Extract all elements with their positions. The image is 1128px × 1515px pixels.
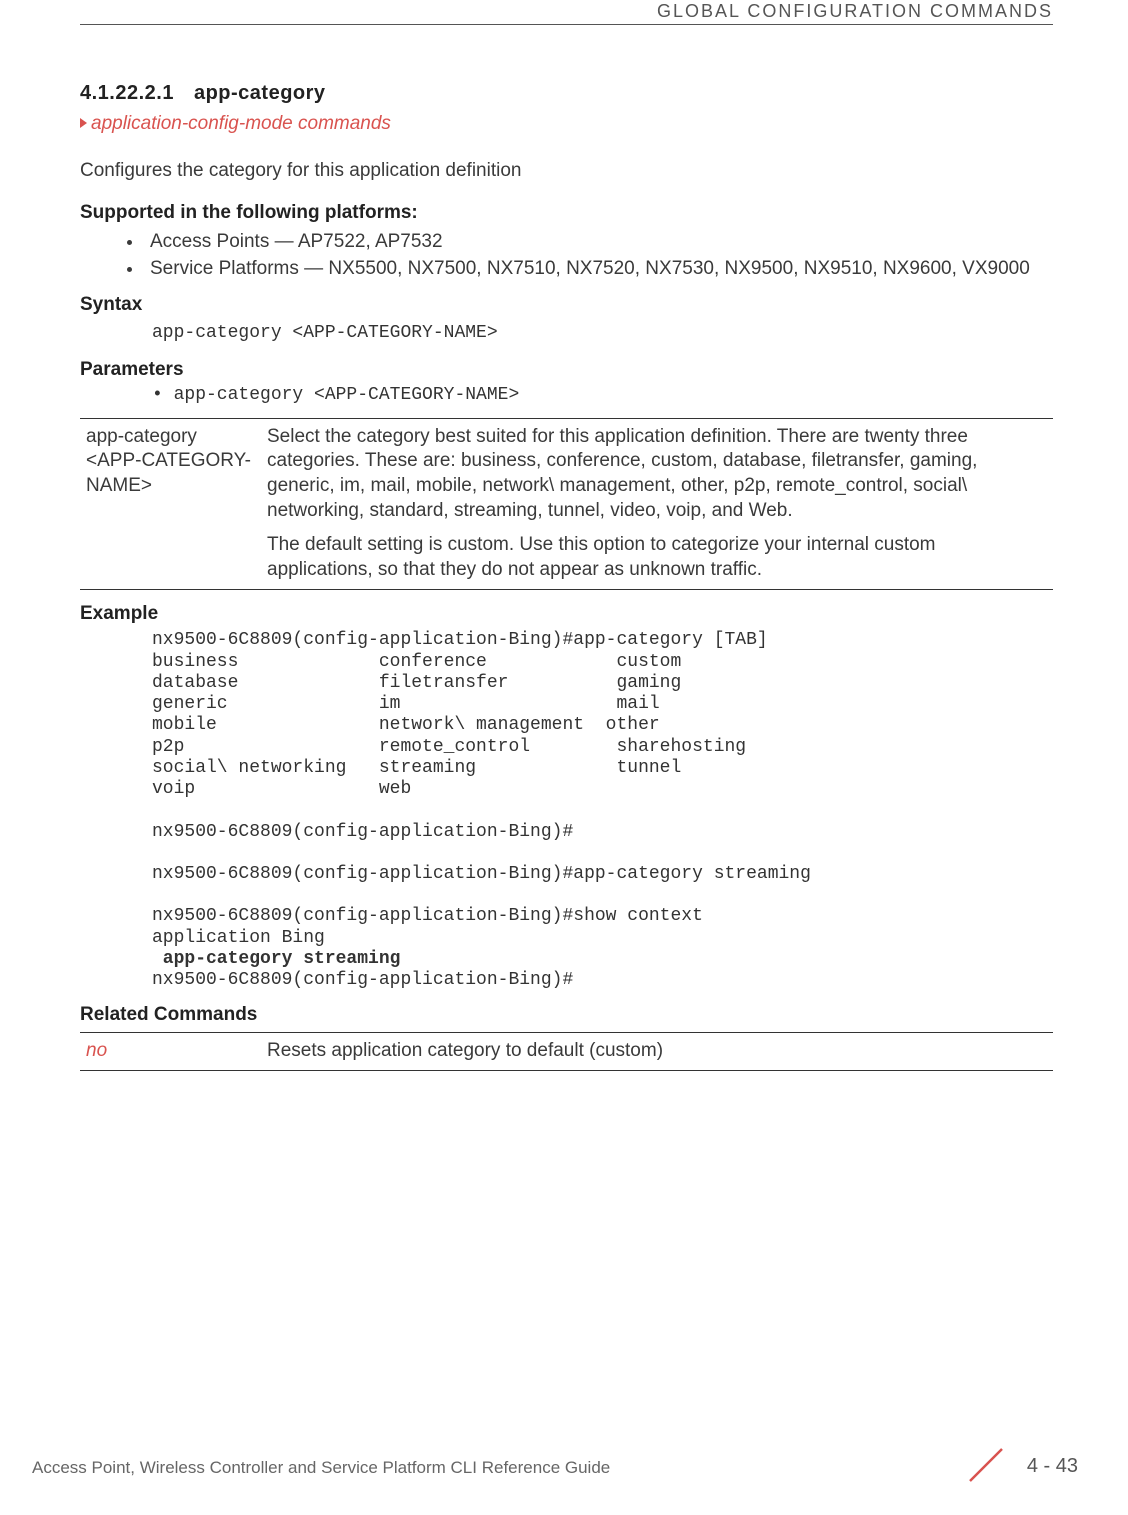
list-item: Access Points — AP7522, AP7532 <box>144 230 1053 255</box>
table-row: app-category <APP-CATEGORY-NAME> Select … <box>80 418 1053 589</box>
example-line: application Bing <box>152 928 325 948</box>
param-name-cell: app-category <APP-CATEGORY-NAME> <box>80 418 261 589</box>
example-line: database filetransfer gaming <box>152 673 681 693</box>
example-line: p2p remote_control sharehosting <box>152 737 746 757</box>
related-commands-table: no Resets application category to defaul… <box>80 1032 1053 1071</box>
platforms-list: Access Points — AP7522, AP7532 Service P… <box>80 230 1053 281</box>
param-desc-p1: Select the category best suited for this… <box>267 425 1043 524</box>
example-line: generic im mail <box>152 694 660 714</box>
syntax-heading: Syntax <box>80 293 1053 318</box>
example-line: nx9500-6C8809(config-application-Bing)#a… <box>152 864 811 884</box>
table-row: no Resets application category to defaul… <box>80 1033 1053 1071</box>
footer-guide-title: Access Point, Wireless Controller and Se… <box>32 1457 610 1479</box>
platforms-heading: Supported in the following platforms: <box>80 201 1053 226</box>
example-heading: Example <box>80 602 1053 627</box>
example-line: social\ networking streaming tunnel <box>152 758 681 778</box>
parameters-heading: Parameters <box>80 358 1053 383</box>
list-item: Service Platforms — NX5500, NX7500, NX75… <box>144 257 1053 282</box>
footer-page-number: 4 - 43 <box>1027 1453 1078 1479</box>
content-area: 4.1.22.2.1 app-category application-confi… <box>80 80 1053 1071</box>
page: GLOBAL CONFIGURATION COMMANDS 4.1.22.2.1… <box>0 0 1128 1515</box>
param-desc-cell: Select the category best suited for this… <box>261 418 1053 589</box>
example-block: nx9500-6C8809(config-application-Bing)#a… <box>152 630 1053 991</box>
example-line: mobile network\ management other <box>152 715 660 735</box>
header-rule <box>80 24 1053 25</box>
running-header: GLOBAL CONFIGURATION COMMANDS <box>657 0 1053 23</box>
footer-slash-icon <box>964 1443 1008 1487</box>
example-line: voip web <box>152 779 411 799</box>
section-heading: 4.1.22.2.1 app-category <box>80 80 1053 106</box>
section-description: Configures the category for this applica… <box>80 159 1053 184</box>
section-number: 4.1.22.2.1 <box>80 82 174 104</box>
parameters-table: app-category <APP-CATEGORY-NAME> Select … <box>80 418 1053 590</box>
footer: Access Point, Wireless Controller and Se… <box>32 1449 1078 1479</box>
example-line: nx9500-6C8809(config-application-Bing)#s… <box>152 906 703 926</box>
parameters-line: • app-category <APP-CATEGORY-NAME> <box>152 384 1053 407</box>
related-heading: Related Commands <box>80 1003 1053 1028</box>
example-line: nx9500-6C8809(config-application-Bing)#a… <box>152 630 768 650</box>
related-cmd-cell: no <box>80 1033 261 1071</box>
breadcrumb-arrow-icon <box>80 118 87 128</box>
related-desc-cell: Resets application category to default (… <box>261 1033 1053 1071</box>
example-line: business conference custom <box>152 652 681 672</box>
example-line-bold: app-category streaming <box>152 949 400 969</box>
param-desc-p2: The default setting is custom. Use this … <box>267 533 1043 582</box>
breadcrumb-text: application-config-mode commands <box>91 113 391 134</box>
example-line: nx9500-6C8809(config-application-Bing)# <box>152 970 573 990</box>
breadcrumb: application-config-mode commands <box>80 112 1053 137</box>
example-line: nx9500-6C8809(config-application-Bing)# <box>152 822 573 842</box>
syntax-line: app-category <APP-CATEGORY-NAME> <box>152 322 1053 345</box>
section-title: app-category <box>194 82 326 104</box>
